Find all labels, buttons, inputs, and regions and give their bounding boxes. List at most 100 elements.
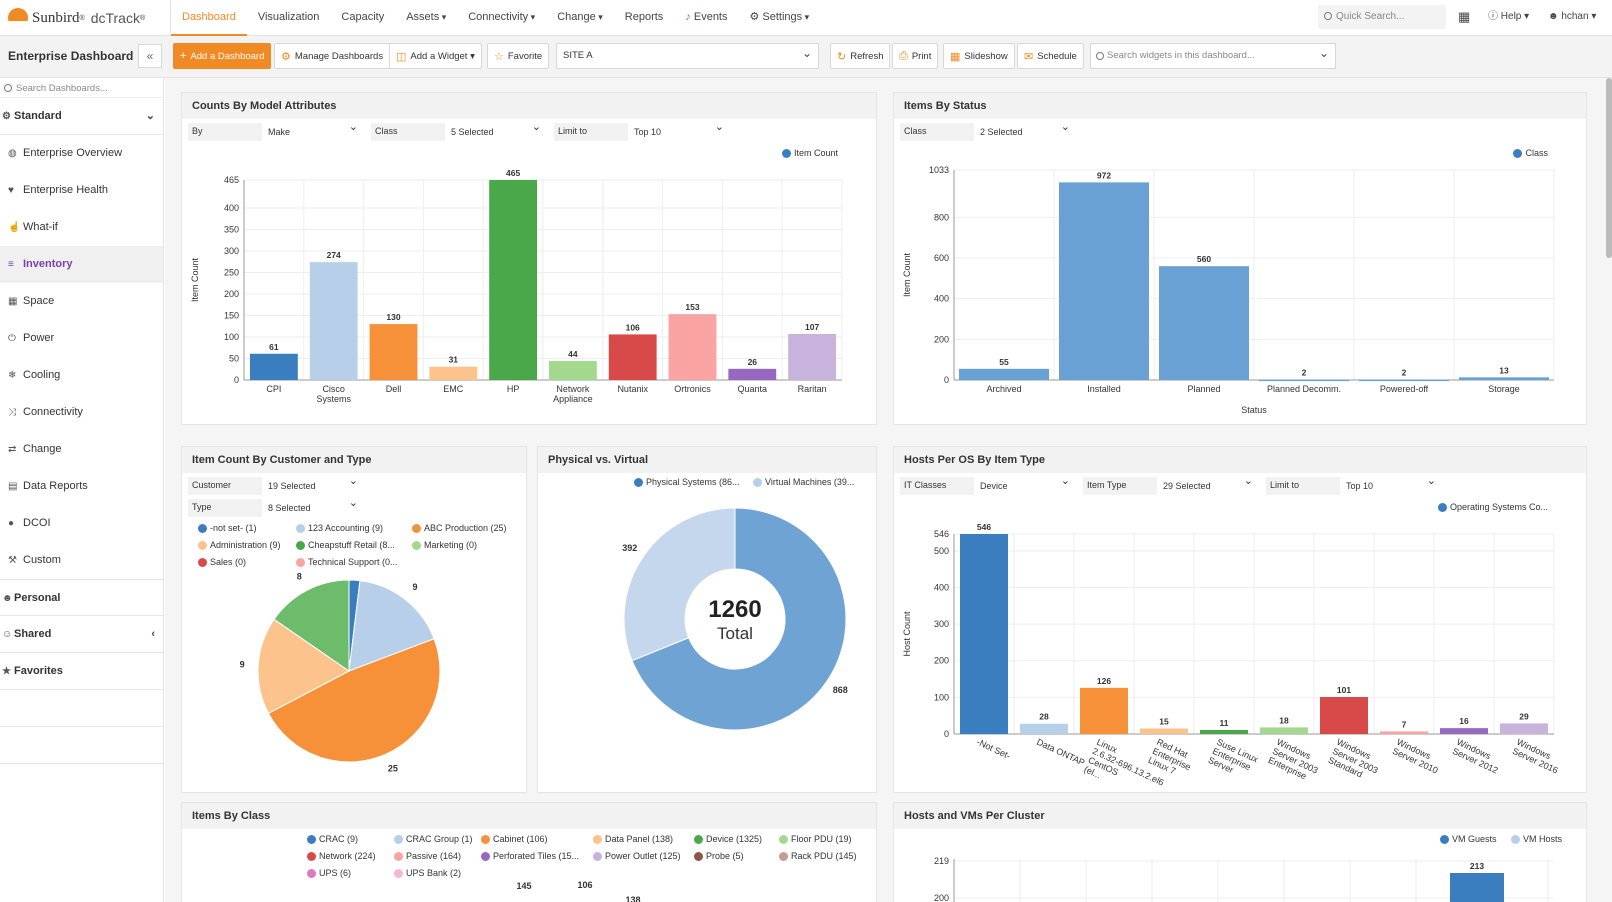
nav-assets[interactable]: Assets xyxy=(395,0,457,36)
nav-events[interactable]: ♪ Events xyxy=(674,0,738,36)
bar-nutanix[interactable] xyxy=(608,334,657,380)
legend-swatch xyxy=(1437,502,1447,512)
bar-powered-off[interactable] xyxy=(1359,379,1449,382)
bar-linux-2-6-32-696-13-2-el6-centos[interactable] xyxy=(1080,687,1128,734)
nav-visualization[interactable]: Visualization xyxy=(247,0,331,36)
legend-item[interactable]: Operating Systems Co... xyxy=(1437,502,1548,512)
sidebar-item-space[interactable]: ▦ Space xyxy=(0,283,163,320)
bar-windows-server-2003-enterprise[interactable] xyxy=(1260,727,1308,734)
sidebar-item-enterprise-overview[interactable]: ◍ Enterprise Overview xyxy=(0,135,163,172)
section-shared[interactable]: ☺ Shared ‹ xyxy=(0,616,163,653)
bar-ortronics[interactable] xyxy=(668,314,717,380)
search-widgets-input[interactable]: Search widgets in this dashboard... xyxy=(1090,43,1336,69)
slice-label: 8 xyxy=(297,571,302,581)
calendar-icon[interactable]: ▦ xyxy=(1458,0,1470,36)
bar-raritan[interactable] xyxy=(788,333,837,380)
sidebar-item-dcoi[interactable]: ● DCOI xyxy=(0,505,163,542)
sidebar-item-what-if[interactable]: ☝ What-if xyxy=(0,209,163,246)
nav-settings[interactable]: ⚙ Settings xyxy=(739,0,821,36)
favorite-button[interactable]: ☆ Favorite xyxy=(487,43,550,69)
bar-windows-server-2010[interactable] xyxy=(1380,731,1428,734)
section-standard[interactable]: ⚙ Standard ⌄ xyxy=(0,98,163,135)
bar-emc[interactable] xyxy=(429,366,478,380)
cogs-icon: ⚙ xyxy=(2,111,11,122)
slideshow-button[interactable]: ▦ Slideshow xyxy=(943,43,1015,69)
sidebar-item-power[interactable]: ⏻ Power xyxy=(0,320,163,357)
collapse-sidebar-button[interactable]: « xyxy=(138,44,162,68)
bar-vm-guests[interactable] xyxy=(1450,873,1504,902)
nav-change[interactable]: Change xyxy=(546,0,614,36)
x-tick-label: -Not Set- xyxy=(975,737,1012,761)
bar-dell[interactable] xyxy=(369,324,418,380)
bar-planned[interactable] xyxy=(1159,266,1249,380)
sidebar-item-inventory[interactable]: ≡ Inventory xyxy=(0,246,163,283)
bar-suse-linux-enterprise-server[interactable] xyxy=(1200,729,1248,734)
section-favorites[interactable]: ★ Favorites xyxy=(0,653,163,690)
bar-red-hat-enterprise-linux-7[interactable] xyxy=(1140,728,1188,734)
bar-windows-server-2016[interactable] xyxy=(1500,723,1548,734)
widget-icon: ◫ xyxy=(396,50,407,63)
y-tick-label: 50 xyxy=(229,353,239,363)
bar-data-ontap[interactable] xyxy=(1020,723,1068,734)
print-button[interactable]: ⎙ Print xyxy=(892,43,939,69)
nav-dashboard[interactable]: Dashboard xyxy=(171,0,247,36)
add-widget-button[interactable]: ◫ Add a Widget ▾ xyxy=(389,43,482,69)
legend-item[interactable]: Item Count xyxy=(781,148,838,158)
dashboard-toolbar: Enterprise Dashboard « + Add a Dashboard … xyxy=(0,36,1612,78)
nav-connectivity[interactable]: Connectivity xyxy=(457,0,546,36)
bar-archived[interactable] xyxy=(959,368,1049,380)
x-tick-label: Powered-off xyxy=(1380,384,1429,394)
nav-label: Capacity xyxy=(341,11,385,23)
widget-items-by-class: Items By Class CRAC (9) CRAC Group (1) Cab… xyxy=(181,802,877,902)
bar-storage[interactable] xyxy=(1459,377,1549,380)
nav-label: Reports xyxy=(624,11,664,23)
users-icon: ☺ xyxy=(2,629,13,640)
sunbird-logo[interactable]: Sunbird ® dcTrack ® xyxy=(8,8,145,28)
legend-item[interactable]: Class xyxy=(1513,148,1548,158)
sidebar-item-enterprise-health[interactable]: ♥ Enterprise Health xyxy=(0,172,163,209)
bar-network-appliance[interactable] xyxy=(548,361,597,380)
bar-value-label: 31 xyxy=(449,355,459,365)
y-tick-label: 200 xyxy=(934,334,949,344)
bar-cisco-systems[interactable] xyxy=(309,262,358,380)
bar-value-label: 101 xyxy=(1337,685,1351,695)
bar-hp[interactable] xyxy=(489,180,538,380)
manage-dashboards-button[interactable]: ⚙ Manage Dashboards xyxy=(274,43,391,69)
sidebar-item-label: Change xyxy=(23,443,62,455)
legend-swatch xyxy=(781,148,791,158)
y-tick-label: 200 xyxy=(934,656,949,666)
schedule-button[interactable]: ✉ Schedule xyxy=(1017,43,1084,69)
bar-value-label: 546 xyxy=(977,522,991,532)
nav-capacity[interactable]: Capacity xyxy=(330,0,395,36)
help-menu[interactable]: ⓘ Help ▾ xyxy=(1488,0,1529,36)
bar-value-label: 274 xyxy=(327,250,341,260)
nav-reports[interactable]: Reports xyxy=(614,0,675,36)
site-select[interactable]: SITE A xyxy=(556,43,819,69)
bar-quanta[interactable] xyxy=(728,368,777,380)
print-icon: ⎙ xyxy=(899,49,908,62)
refresh-button[interactable]: ↻ Refresh xyxy=(830,43,891,69)
sidebar-item-change[interactable]: ⇄ Change xyxy=(0,431,163,468)
section-personal[interactable]: ☻ Personal xyxy=(0,579,163,616)
sidebar-item-custom[interactable]: ⚒ Custom xyxy=(0,542,163,579)
add-dashboard-button[interactable]: + Add a Dashboard xyxy=(173,43,272,69)
user-menu[interactable]: ☻ hchan ▾ xyxy=(1548,0,1596,36)
sidebar-item-cooling[interactable]: ❄ Cooling xyxy=(0,357,163,394)
bar-installed[interactable] xyxy=(1059,182,1149,380)
bar-cpi[interactable] xyxy=(249,353,298,380)
search-dashboards-input[interactable]: Search Dashboards... xyxy=(0,78,163,98)
y-tick-label: 400 xyxy=(934,582,949,592)
search-icon xyxy=(1324,12,1332,20)
bar-planned-decomm[interactable] xyxy=(1259,379,1349,382)
y-tick-label: 300 xyxy=(224,246,239,256)
print-label: Print xyxy=(911,50,932,62)
sidebar-item-label: Inventory xyxy=(23,258,73,270)
sidebar-item-connectivity[interactable]: ⤨ Connectivity xyxy=(0,394,163,431)
content-scrollbar[interactable] xyxy=(1606,78,1612,258)
bar-windows-server-2003-standard[interactable] xyxy=(1320,697,1368,734)
bar-value-label: 16 xyxy=(1459,716,1469,726)
bar-windows-server-2012[interactable] xyxy=(1440,728,1488,734)
sidebar-item-data-reports[interactable]: ▤ Data Reports xyxy=(0,468,163,505)
bar-not-set[interactable] xyxy=(960,534,1008,734)
quick-search-input[interactable]: Quick Search... xyxy=(1318,5,1446,29)
